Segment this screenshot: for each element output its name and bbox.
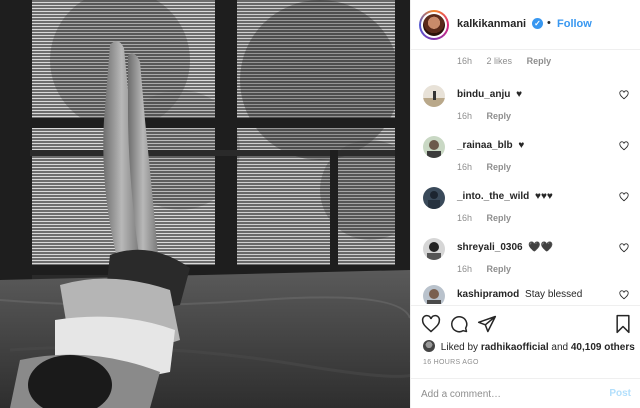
post-header: kalkikanmani ✓ • Follow <box>411 0 640 50</box>
post-side-panel: kalkikanmani ✓ • Follow 16h 2 likes Repl… <box>410 0 640 408</box>
comment-time: 16h <box>457 111 473 121</box>
list-item: bindu_anju ♥ 16h Reply <box>411 83 640 133</box>
reply-button[interactable]: Reply <box>487 111 512 121</box>
list-item: _into._the_wild ♥♥♥ 16h Reply <box>411 185 640 235</box>
avatar[interactable] <box>423 285 445 304</box>
comment-username[interactable]: bindu_anju <box>457 89 510 100</box>
comment-username[interactable]: kashipramod <box>457 289 519 300</box>
heart-icon[interactable] <box>619 243 629 253</box>
header-separator: • <box>547 17 551 29</box>
follow-button[interactable]: Follow <box>557 18 592 30</box>
author-username[interactable]: kalkikanmani <box>457 18 526 30</box>
post-photo[interactable] <box>0 0 410 408</box>
caption-reply-button[interactable]: Reply <box>527 56 552 66</box>
avatar[interactable] <box>423 187 445 209</box>
likes-others[interactable]: 40,109 others <box>571 342 635 353</box>
post-button[interactable]: Post <box>609 388 631 399</box>
caption-time: 16h <box>457 56 473 66</box>
avatar[interactable] <box>423 238 445 260</box>
caption-meta: 16h 2 likes Reply <box>457 56 563 66</box>
comment-input[interactable] <box>421 385 591 403</box>
list-item: shreyali_0306 🖤🖤 16h Reply <box>411 236 640 286</box>
comment-body: 🖤🖤 <box>528 242 554 253</box>
comment-body: ♥ <box>518 140 525 151</box>
comment-body: ♥♥♥ <box>535 191 553 202</box>
likes-user[interactable]: radhikaofficial <box>481 342 549 353</box>
avatar[interactable] <box>423 85 445 107</box>
comment-body: Stay blessed <box>525 289 583 300</box>
comment-body: ♥ <box>516 89 523 100</box>
comment-username[interactable]: shreyali_0306 <box>457 242 523 253</box>
share-icon[interactable] <box>477 314 497 334</box>
heart-icon[interactable] <box>619 141 629 151</box>
comment-icon[interactable] <box>449 314 469 334</box>
caption-likes[interactable]: 2 likes <box>487 56 513 66</box>
post-timestamp: 16 HOURS AGO <box>423 359 479 366</box>
bookmark-icon[interactable] <box>613 314 633 334</box>
heart-icon[interactable] <box>619 290 629 300</box>
heart-icon[interactable] <box>619 192 629 202</box>
reply-button[interactable]: Reply <box>487 213 512 223</box>
likes-prefix: Liked by <box>440 342 479 353</box>
likes-conjunction: and <box>551 342 569 353</box>
comment-time: 16h <box>457 264 473 274</box>
reply-button[interactable]: Reply <box>487 264 512 274</box>
list-item: _rainaa_blb ♥ 16h Reply <box>411 134 640 184</box>
heart-icon[interactable] <box>421 314 441 334</box>
comments-list[interactable]: 16h 2 likes Reply bindu_anju ♥ 16h Reply <box>411 51 640 304</box>
comment-username[interactable]: _into._the_wild <box>457 191 529 202</box>
author-avatar[interactable] <box>419 10 449 40</box>
photo-image <box>0 0 410 408</box>
comment-time: 16h <box>457 213 473 223</box>
add-comment-bar: Post <box>411 378 640 408</box>
reply-button[interactable]: Reply <box>487 162 512 172</box>
list-item: kashipramod Stay blessed <box>411 283 640 304</box>
heart-icon[interactable] <box>619 90 629 100</box>
likes-summary: Liked by radhikaofficial and 40,109 othe… <box>423 340 635 353</box>
verified-badge-icon: ✓ <box>532 18 543 29</box>
comment-username[interactable]: _rainaa_blb <box>457 140 513 151</box>
avatar[interactable] <box>423 340 435 352</box>
avatar[interactable] <box>423 136 445 158</box>
comment-time: 16h <box>457 162 473 172</box>
